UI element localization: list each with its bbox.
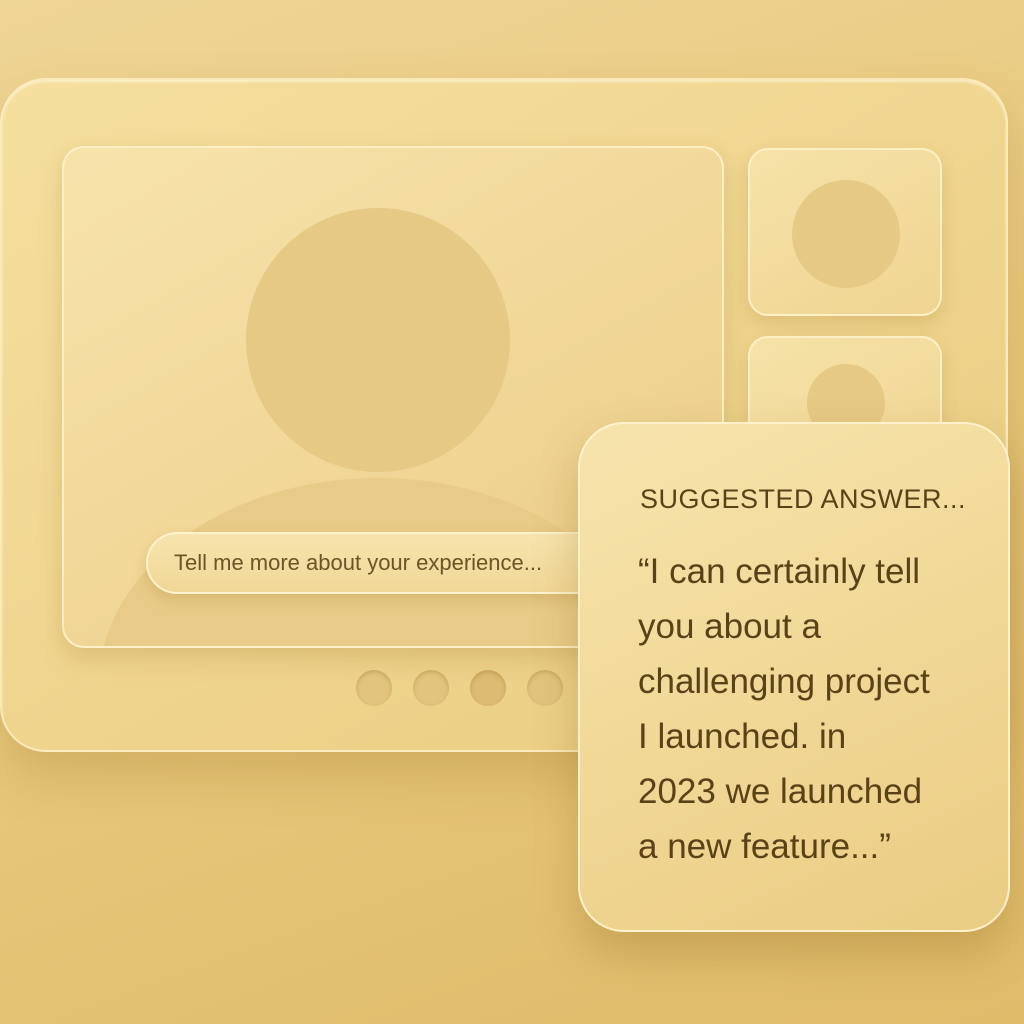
participant-avatar-head-icon xyxy=(246,208,510,472)
answer-line: you about a xyxy=(638,607,821,646)
suggested-answer-text: “I can certainly tell you about a challe… xyxy=(638,544,998,874)
control-button-1[interactable] xyxy=(356,670,392,706)
control-button-3[interactable] xyxy=(470,670,506,706)
control-button-2[interactable] xyxy=(413,670,449,706)
answer-line: challenging project xyxy=(638,662,930,701)
answer-line: “I can certainly tell xyxy=(638,552,921,591)
control-button-4[interactable] xyxy=(527,670,563,706)
live-caption: Tell me more about your experience... xyxy=(146,532,624,594)
answer-line: I launched. in xyxy=(638,717,847,756)
answer-line: a new feature...” xyxy=(638,827,891,866)
answer-line: 2023 we launched xyxy=(638,772,923,811)
suggested-answer-heading: SUGGESTED ANSWER... xyxy=(640,484,967,514)
participant-thumbnail-1[interactable] xyxy=(748,148,942,316)
suggested-answer-card[interactable]: SUGGESTED ANSWER... “I can certainly tel… xyxy=(578,422,1010,932)
thumbnail-avatar-icon xyxy=(792,180,900,288)
